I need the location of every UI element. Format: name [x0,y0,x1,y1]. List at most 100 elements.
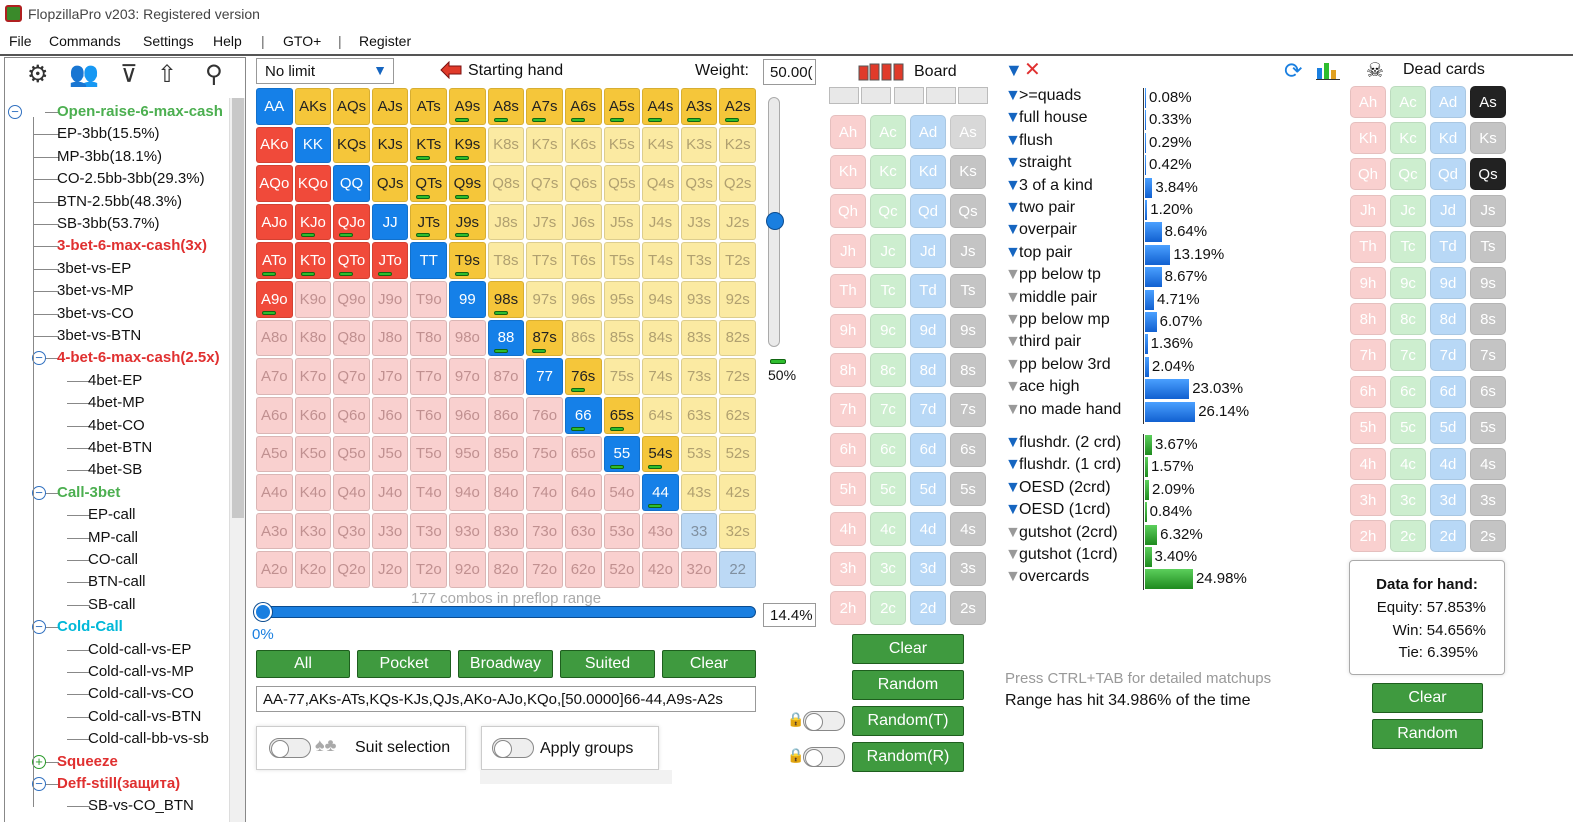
hand-cell-AQo[interactable]: AQo [256,165,293,202]
hand-cell-K2o[interactable]: K2o [294,551,332,588]
filter-add-icon[interactable]: ⊽ [120,60,138,89]
hand-cell-62o[interactable]: 62o [564,551,602,588]
board-card-7s[interactable]: 7s [950,392,986,427]
hand-cell-J2o[interactable]: J2o [371,551,409,588]
dead-card-Ac[interactable]: Ac [1390,86,1426,118]
hand-cell-84s[interactable]: 84s [642,319,679,357]
hand-cell-85s[interactable]: 85s [603,319,641,357]
hand-cell-92s[interactable]: 92s [719,281,756,318]
filter-icon[interactable]: ▼ [1005,434,1021,452]
hand-cell-K3s[interactable]: K3s [680,126,718,164]
hand-cell-T8o[interactable]: T8o [410,319,448,357]
board-card-7h[interactable]: 7h [830,392,866,427]
dead-card-Ad[interactable]: Ad [1430,86,1466,118]
hand-cell-94s[interactable]: 94s [642,281,679,318]
hand-cell-76o[interactable]: 76o [526,396,563,434]
filter-icon[interactable]: ▼ [1005,199,1021,217]
hand-cell-Q9s[interactable]: Q9s [449,165,486,202]
hand-cell-96s[interactable]: 96s [564,281,602,318]
dead-card-9h[interactable]: 9h [1350,267,1386,299]
hand-cell-QTs[interactable]: QTs [410,165,448,202]
hand-cell-J3o[interactable]: J3o [371,512,409,550]
hand-cell-A4s[interactable]: A4s [642,88,679,125]
tree-toggle-icon[interactable]: − [32,777,46,791]
hand-cell-K7o[interactable]: K7o [294,358,332,395]
hand-cell-Q4o[interactable]: Q4o [333,474,370,511]
board-card-Ks[interactable]: Ks [950,154,986,189]
hand-cell-22[interactable]: 22 [719,551,756,588]
board-clear-button[interactable]: Clear [852,634,964,664]
hand-cell-62s[interactable]: 62s [719,396,756,434]
filter-icon[interactable]: ▼ [1005,524,1021,542]
hand-cell-42s[interactable]: 42s [719,474,756,511]
filter-icon[interactable]: ▼ [1005,311,1021,329]
hand-cell-Q5o[interactable]: Q5o [333,435,370,473]
hand-cell-32o[interactable]: 32o [680,551,718,588]
hand-cell-72o[interactable]: 72o [526,551,563,588]
dead-card-As[interactable]: As [1470,86,1506,118]
hand-cell-86s[interactable]: 86s [564,319,602,357]
random-r-toggle[interactable] [803,747,845,767]
dead-card-3s[interactable]: 3s [1470,484,1506,517]
dead-card-5d[interactable]: 5d [1430,411,1466,444]
hand-cell-64s[interactable]: 64s [642,396,679,434]
board-random-button[interactable]: Random [852,670,964,700]
hand-cell-93o[interactable]: 93o [449,512,486,550]
hand-cell-74o[interactable]: 74o [526,474,563,511]
clear-filter-icon[interactable]: ✕ [1024,57,1041,82]
board-card-4h[interactable]: 4h [830,512,866,546]
hand-cell-96o[interactable]: 96o [449,396,486,434]
apply-groups-toggle[interactable] [492,738,534,758]
dead-card-5h[interactable]: 5h [1350,411,1386,444]
board-card-Th[interactable]: Th [830,273,866,308]
hand-cell-T3s[interactable]: T3s [680,242,718,280]
hand-cell-KK[interactable]: KK [294,126,332,164]
board-card-Kh[interactable]: Kh [830,154,866,189]
range-pct-slider[interactable] [256,606,756,618]
hand-cell-KJo[interactable]: KJo [294,203,332,241]
stat-row[interactable]: ▼flushdr. (2 crd) [1005,434,1121,452]
hand-cell-72s[interactable]: 72s [719,358,756,395]
hand-cell-J6o[interactable]: J6o [371,396,409,434]
dead-card-3h[interactable]: 3h [1350,484,1386,517]
hand-cell-K2s[interactable]: K2s [719,126,756,164]
hand-cell-K5o[interactable]: K5o [294,435,332,473]
hand-cell-A5s[interactable]: A5s [603,88,641,125]
board-card-5h[interactable]: 5h [830,472,866,507]
board-card-Tc[interactable]: Tc [870,273,906,308]
hand-cell-53s[interactable]: 53s [680,435,718,473]
menu-gto[interactable]: GTO+ [283,33,321,49]
hand-cell-T4s[interactable]: T4s [642,242,679,280]
tree-item[interactable]: 4bet-SB [88,461,142,478]
board-card-9s[interactable]: 9s [950,313,986,348]
hand-cell-97o[interactable]: 97o [449,358,486,395]
dead-card-8d[interactable]: 8d [1430,303,1466,336]
tree-toggle-icon[interactable]: − [32,485,46,500]
board-card-2s[interactable]: 2s [950,591,986,626]
hand-cell-K5s[interactable]: K5s [603,126,641,164]
hand-cell-J4s[interactable]: J4s [642,203,679,241]
board-card-3c[interactable]: 3c [870,551,906,586]
clear-range-button[interactable]: Clear [662,650,756,678]
tree-item[interactable]: 3bet-vs-EP [57,260,131,277]
hand-cell-85o[interactable]: 85o [487,435,525,473]
board-card-Qh[interactable]: Qh [830,194,866,229]
board-card-6d[interactable]: 6d [910,432,946,467]
board-slot-1[interactable] [829,87,859,104]
hand-cell-A6s[interactable]: A6s [564,88,602,125]
tree-item[interactable]: Cold-call-vs-CO [88,685,194,702]
hand-cell-75s[interactable]: 75s [603,358,641,395]
tree-item[interactable]: EP-3bb(15.5%) [57,125,160,142]
hand-cell-A9s[interactable]: A9s [449,88,486,125]
board-card-6c[interactable]: 6c [870,432,906,467]
hand-cell-93s[interactable]: 93s [680,281,718,318]
stat-row[interactable]: ▼gutshot (2crd) [1005,524,1118,542]
dead-card-2d[interactable]: 2d [1430,520,1466,553]
tree-item[interactable]: Squeeze [57,753,118,770]
hand-cell-98s[interactable]: 98s [487,281,525,318]
filter-icon[interactable]: ▼ [1005,132,1021,150]
dead-card-Tc[interactable]: Tc [1390,230,1426,263]
hand-cell-AJo[interactable]: AJo [256,203,293,241]
hand-cell-42o[interactable]: 42o [642,551,679,588]
stat-row[interactable]: ▼ace high [1005,378,1080,396]
